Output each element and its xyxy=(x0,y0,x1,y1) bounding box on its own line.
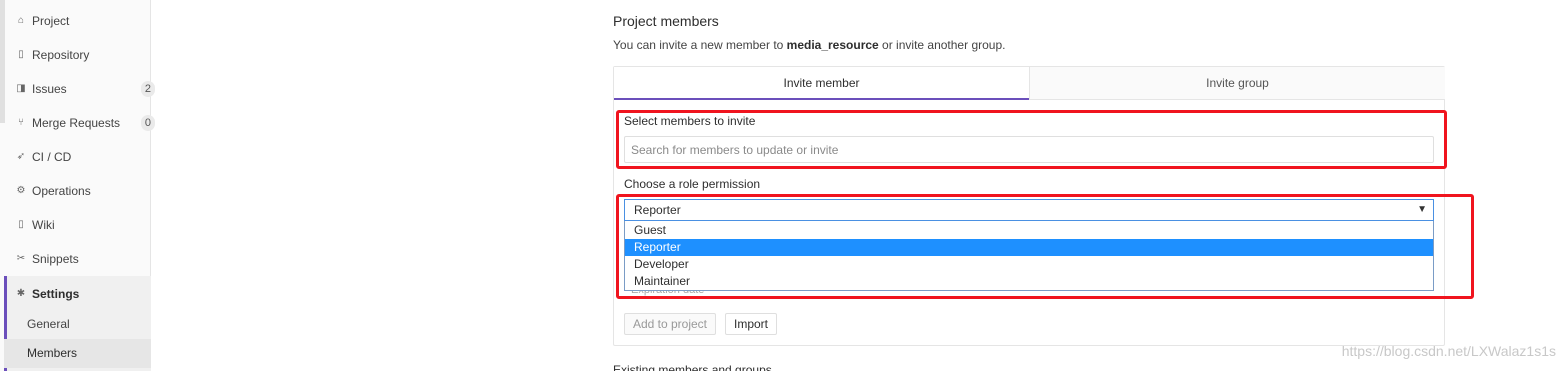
sidebar-item-label: Operations xyxy=(32,184,91,198)
cloud-gear-icon: ⚙ xyxy=(16,185,26,196)
sidebar-item-project[interactable]: ⌂ Project xyxy=(16,11,69,31)
existing-members-heading: Existing members and groups xyxy=(613,363,772,371)
import-button[interactable]: Import xyxy=(725,313,777,335)
sidebar-subitem-members[interactable]: Members xyxy=(27,346,77,360)
document-icon: ▯ xyxy=(18,49,24,60)
sidebar-item-label: Project xyxy=(32,14,70,28)
sidebar-item-label: Repository xyxy=(32,48,90,62)
highlight-box-role xyxy=(616,194,1474,299)
sidebar-item-settings[interactable]: ✱ Settings xyxy=(16,284,80,304)
sidebar-item-operations[interactable]: ⚙ Operations xyxy=(16,181,91,201)
tab-invite-group[interactable]: Invite group xyxy=(1029,67,1445,100)
sidebar-item-label: Issues xyxy=(32,82,67,96)
watermark: https://blog.csdn.net/LXWalaz1s1s xyxy=(1341,343,1556,359)
sidebar-item-merge-requests[interactable]: ⑂ Merge Requests 0 xyxy=(16,113,155,133)
scissors-icon: ✂ xyxy=(16,253,26,264)
sidebar-item-snippets[interactable]: ✂ Snippets xyxy=(16,249,79,269)
sidebar-item-label: Settings xyxy=(32,287,80,301)
sidebar-item-wiki[interactable]: ▯ Wiki xyxy=(16,215,55,235)
book-icon: ▯ xyxy=(18,219,24,230)
sidebar-item-label: Wiki xyxy=(32,218,55,232)
page-title: Project members xyxy=(613,13,719,29)
sidebar-scroll-accent xyxy=(0,0,5,123)
highlight-box-members xyxy=(616,110,1447,169)
sidebar: ⌂ Project ▯ Repository ◨ Issues 2 ⑂ Merg… xyxy=(0,0,155,371)
issues-count-badge: 2 xyxy=(140,81,155,97)
sidebar-item-label: CI / CD xyxy=(32,150,72,164)
project-name: media_resource xyxy=(786,38,879,52)
merge-requests-count-badge: 0 xyxy=(140,115,155,131)
sidebar-item-label: Merge Requests xyxy=(32,116,121,130)
sidebar-item-repository[interactable]: ▯ Repository xyxy=(16,45,89,65)
tab-invite-member[interactable]: Invite member xyxy=(614,67,1029,100)
sidebar-item-issues[interactable]: ◨ Issues 2 xyxy=(16,79,155,99)
page-description: You can invite a new member to media_res… xyxy=(613,38,1005,52)
home-icon: ⌂ xyxy=(17,15,25,26)
gear-icon: ✱ xyxy=(16,288,26,299)
issues-icon: ◨ xyxy=(16,83,26,94)
rocket-icon: ➶ xyxy=(16,151,26,162)
description-suffix: or invite another group. xyxy=(878,38,1006,52)
add-to-project-button[interactable]: Add to project xyxy=(624,313,716,335)
sidebar-item-label: Snippets xyxy=(32,252,79,266)
merge-request-icon: ⑂ xyxy=(18,117,24,128)
description-prefix: You can invite a new member to xyxy=(613,38,787,52)
sidebar-item-ci-cd[interactable]: ➶ CI / CD xyxy=(16,147,72,167)
role-permission-label: Choose a role permission xyxy=(624,177,761,191)
sidebar-subitem-general[interactable]: General xyxy=(27,317,70,331)
